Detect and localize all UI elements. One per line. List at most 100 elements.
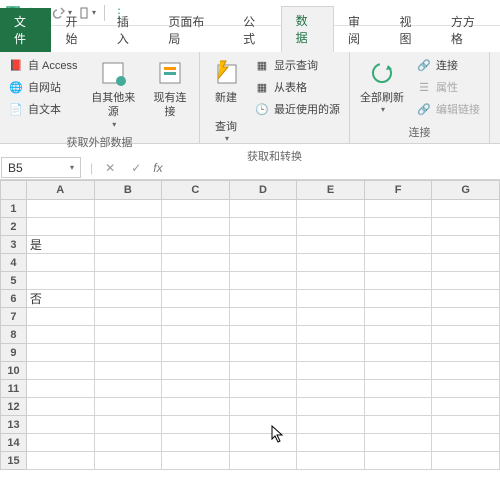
cell[interactable]: [432, 380, 500, 398]
row-header[interactable]: 2: [1, 218, 27, 236]
name-box[interactable]: B5▾: [1, 157, 81, 178]
from-text-button[interactable]: 📄自文本: [4, 99, 82, 119]
cell[interactable]: [364, 344, 432, 362]
tab-data[interactable]: 数据: [281, 6, 334, 52]
col-header[interactable]: F: [364, 181, 432, 200]
row-header[interactable]: 10: [1, 362, 27, 380]
cell[interactable]: [229, 218, 297, 236]
col-header[interactable]: B: [94, 181, 162, 200]
cell[interactable]: [162, 218, 230, 236]
cell[interactable]: [229, 200, 297, 218]
cell[interactable]: [94, 218, 162, 236]
cell[interactable]: [364, 326, 432, 344]
cell[interactable]: [94, 416, 162, 434]
cell[interactable]: [297, 218, 365, 236]
cell[interactable]: [297, 200, 365, 218]
cell[interactable]: 是: [26, 236, 94, 254]
tab-square[interactable]: 方方格: [437, 8, 500, 52]
cell[interactable]: [364, 254, 432, 272]
cell[interactable]: [297, 326, 365, 344]
cell[interactable]: [162, 344, 230, 362]
cell[interactable]: [26, 254, 94, 272]
cell[interactable]: [229, 398, 297, 416]
row-header[interactable]: 8: [1, 326, 27, 344]
cell[interactable]: [432, 416, 500, 434]
cell[interactable]: [94, 344, 162, 362]
cell[interactable]: [297, 416, 365, 434]
cell[interactable]: [432, 434, 500, 452]
cell[interactable]: [162, 200, 230, 218]
cell[interactable]: [162, 308, 230, 326]
row-header[interactable]: 5: [1, 272, 27, 290]
cell[interactable]: [94, 272, 162, 290]
cell[interactable]: [162, 398, 230, 416]
cell[interactable]: [26, 272, 94, 290]
row-header[interactable]: 7: [1, 308, 27, 326]
cell[interactable]: [364, 236, 432, 254]
cell[interactable]: [26, 416, 94, 434]
enter-icon[interactable]: ✓: [127, 161, 145, 175]
cell[interactable]: [162, 434, 230, 452]
cell[interactable]: [432, 200, 500, 218]
cell[interactable]: [229, 308, 297, 326]
cell[interactable]: [26, 344, 94, 362]
cell[interactable]: [94, 398, 162, 416]
cell[interactable]: [229, 236, 297, 254]
cell[interactable]: [432, 236, 500, 254]
cell[interactable]: [94, 236, 162, 254]
cell[interactable]: [432, 362, 500, 380]
cell[interactable]: [229, 254, 297, 272]
refresh-all-button[interactable]: 全部刷新▾: [354, 55, 410, 118]
cell[interactable]: [364, 308, 432, 326]
cell[interactable]: [94, 326, 162, 344]
cell[interactable]: [297, 362, 365, 380]
col-header[interactable]: G: [432, 181, 500, 200]
cell[interactable]: [432, 272, 500, 290]
cell[interactable]: [432, 218, 500, 236]
cell[interactable]: [364, 218, 432, 236]
col-header[interactable]: A: [26, 181, 94, 200]
connections-button[interactable]: 🔗连接: [412, 55, 484, 75]
cell[interactable]: [432, 326, 500, 344]
row-header[interactable]: 6: [1, 290, 27, 308]
row-header[interactable]: 11: [1, 380, 27, 398]
recent-sources-button[interactable]: 🕒最近使用的源: [250, 99, 344, 119]
col-header[interactable]: C: [162, 181, 230, 200]
cell[interactable]: [229, 272, 297, 290]
from-table-button[interactable]: ▦从表格: [250, 77, 344, 97]
cell[interactable]: [297, 344, 365, 362]
cell[interactable]: [364, 416, 432, 434]
cell[interactable]: [94, 290, 162, 308]
cell[interactable]: [364, 200, 432, 218]
cell[interactable]: [26, 326, 94, 344]
select-all-corner[interactable]: [1, 181, 27, 200]
tab-layout[interactable]: 页面布局: [154, 8, 229, 52]
cell[interactable]: [297, 452, 365, 470]
from-web-button[interactable]: 🌐自网站: [4, 77, 82, 97]
row-header[interactable]: 1: [1, 200, 27, 218]
row-header[interactable]: 12: [1, 398, 27, 416]
cell[interactable]: [297, 380, 365, 398]
cell[interactable]: [26, 308, 94, 326]
spreadsheet-grid[interactable]: ABCDEFG123是456否789101112131415: [0, 180, 500, 470]
cell[interactable]: [297, 254, 365, 272]
cell[interactable]: [432, 398, 500, 416]
cancel-icon[interactable]: ✕: [101, 161, 119, 175]
cell[interactable]: [297, 290, 365, 308]
cell[interactable]: [26, 200, 94, 218]
cell[interactable]: [26, 452, 94, 470]
cell[interactable]: 否: [26, 290, 94, 308]
cell[interactable]: [162, 326, 230, 344]
cell[interactable]: [26, 218, 94, 236]
cell[interactable]: [162, 236, 230, 254]
from-other-button[interactable]: 自其他来源▾: [84, 55, 143, 132]
properties-button[interactable]: ☰属性: [412, 77, 484, 97]
row-header[interactable]: 14: [1, 434, 27, 452]
cell[interactable]: [94, 362, 162, 380]
cell[interactable]: [229, 416, 297, 434]
cell[interactable]: [364, 452, 432, 470]
tab-insert[interactable]: 插入: [103, 8, 154, 52]
cell[interactable]: [162, 416, 230, 434]
formula-input[interactable]: [171, 161, 492, 175]
row-header[interactable]: 4: [1, 254, 27, 272]
